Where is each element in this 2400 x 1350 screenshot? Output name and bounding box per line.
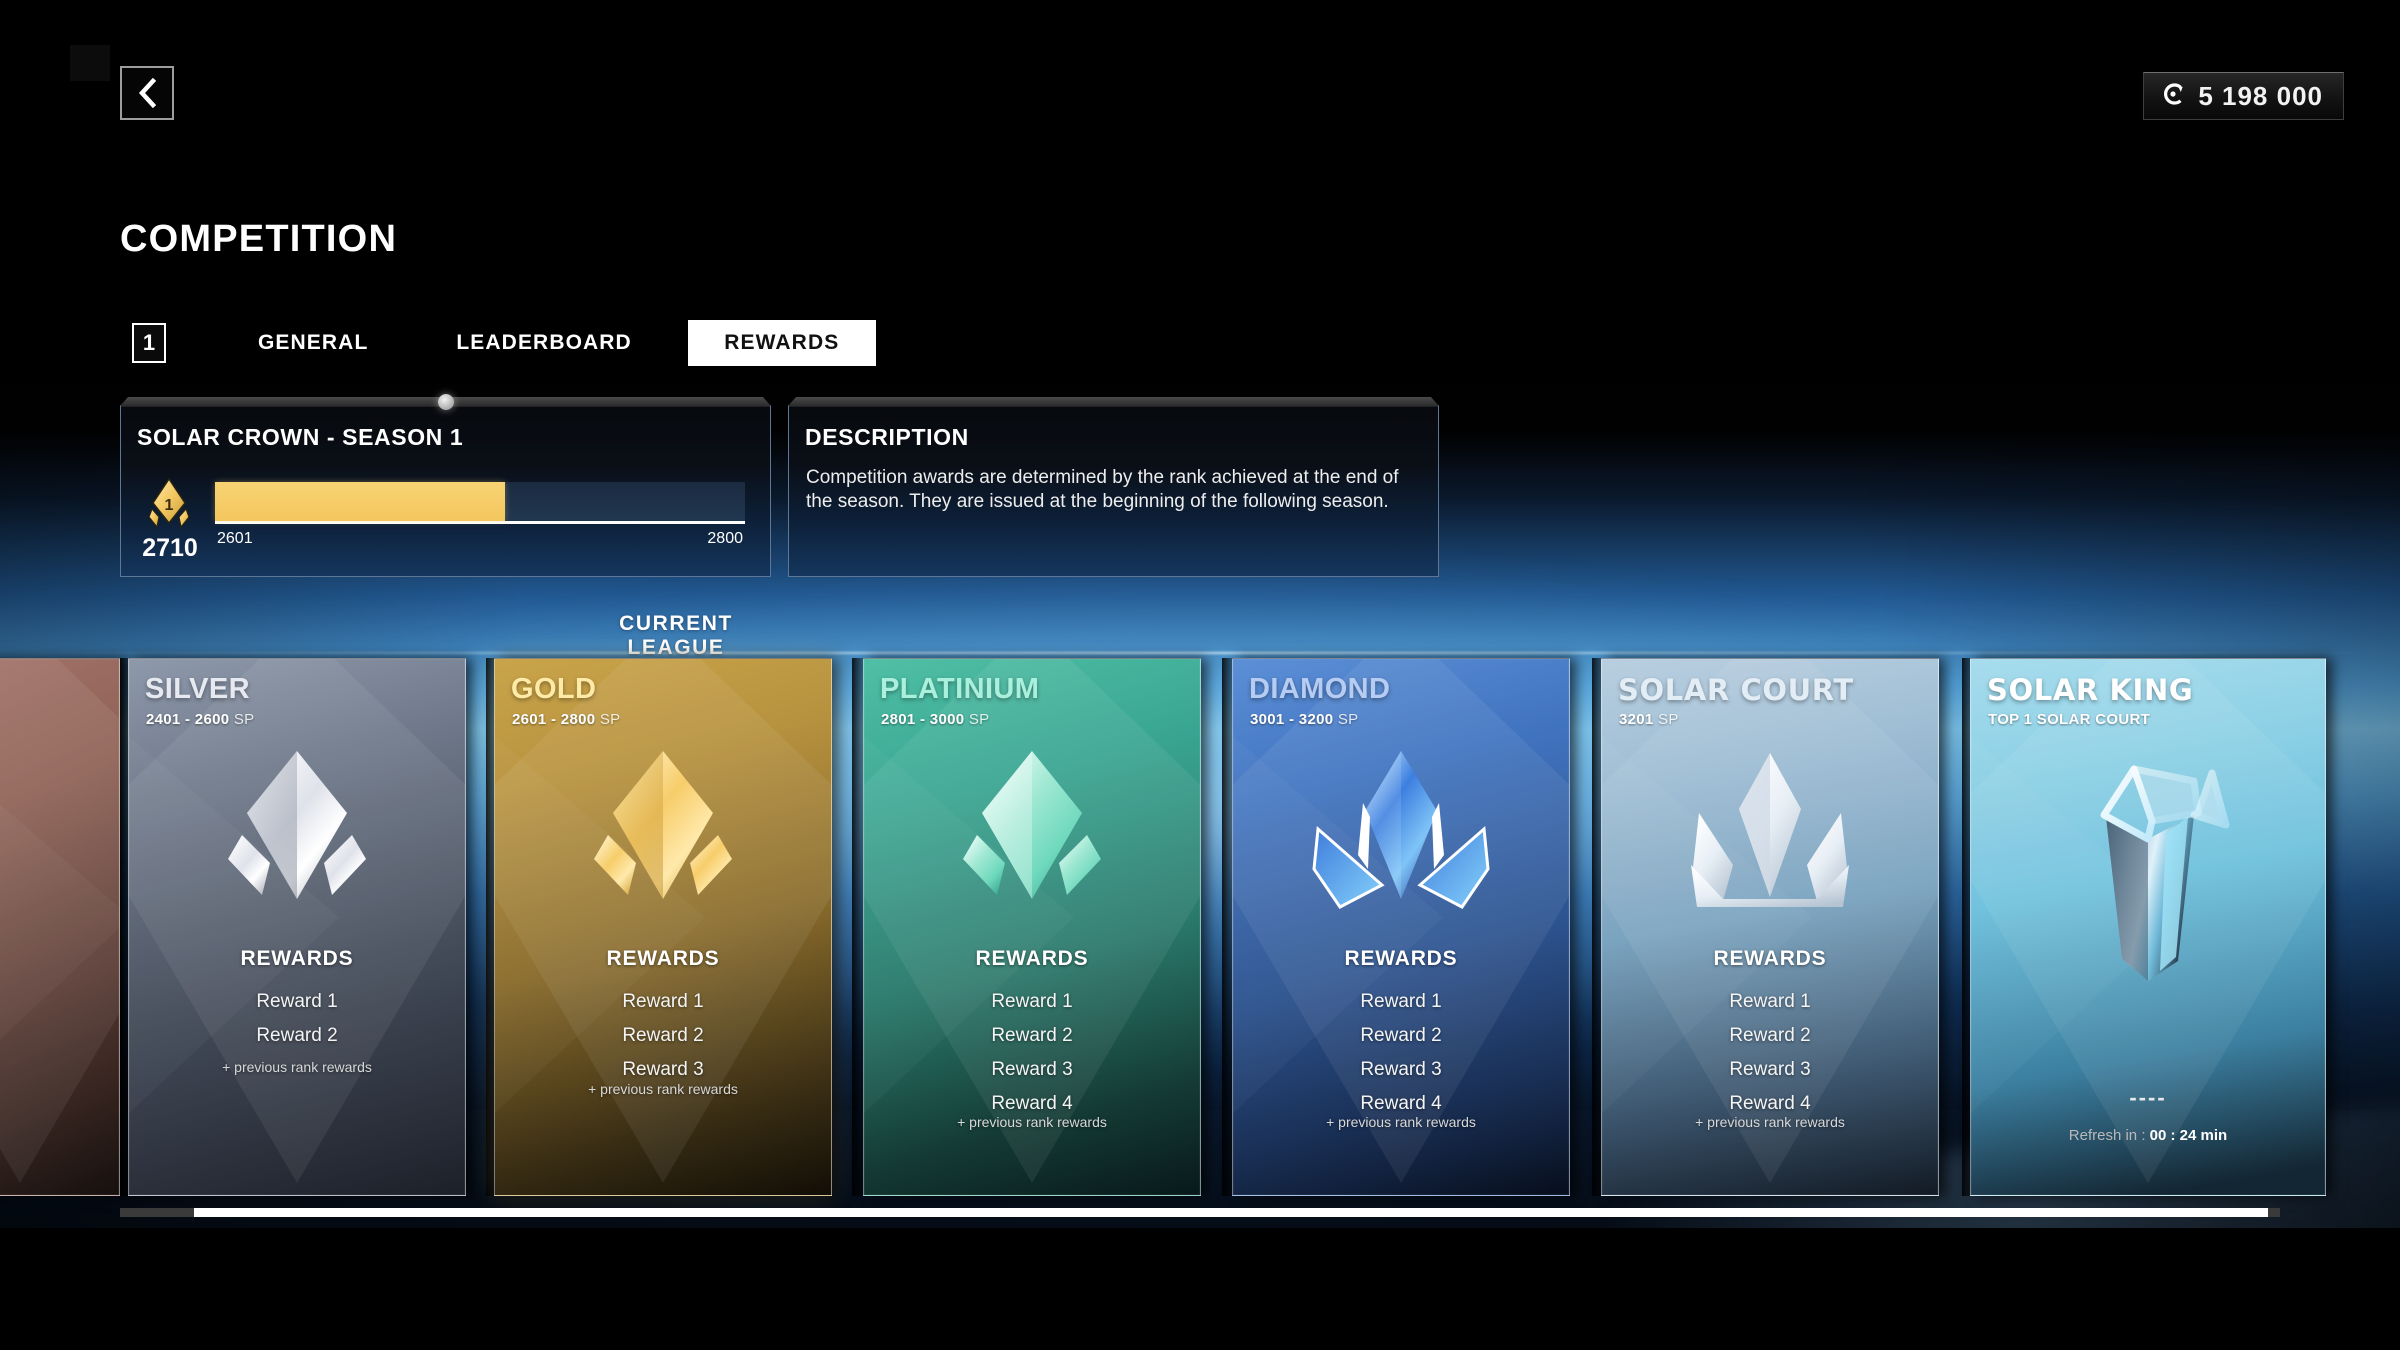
tab-index-badge[interactable]: 1 (132, 323, 166, 363)
description-panel: DESCRIPTION Competition awards are deter… (788, 405, 1439, 577)
currency-display: 5 198 000 (2143, 72, 2344, 120)
league-card-platinium[interactable]: PLATINIUM 2801 - 3000 SP REWARDS Reward … (863, 658, 1201, 1196)
rewards-list: Reward 1 Reward 2 Reward 3 Reward 4 (1233, 985, 1569, 1121)
current-league-label: CURRENT LEAGUE (619, 612, 733, 659)
panel-knob-icon (437, 394, 454, 410)
league-sp-range: TOP 1 SOLAR COURT (1988, 711, 2151, 728)
refresh-label: Refresh in : (2068, 1127, 2146, 1144)
solar-king-refresh: Refresh in : 00 : 24 min (1971, 1127, 2325, 1144)
league-sp-range: 2401 - 2600 SP (146, 711, 255, 728)
rewards-note: + previous rank rewards (588, 1081, 738, 1097)
league-name: GOLD (511, 673, 597, 705)
currency-value: 5 198 000 (2198, 80, 2323, 111)
reward-item: Reward 3 (1360, 1059, 1442, 1080)
league-card-gold[interactable]: GOLD 2601 - 2800 SP REWARDS Reward 1 Rew… (494, 658, 832, 1196)
rewards-note: + previous rank rewards (1326, 1114, 1476, 1130)
rewards-heading: REWARDS (240, 947, 354, 970)
back-button[interactable] (120, 66, 174, 120)
tab-rewards[interactable]: REWARDS (687, 320, 876, 366)
rewards-note: + previous rank rewards (222, 1059, 372, 1075)
season-rank-emblem: 1 (145, 477, 193, 535)
reward-item: Reward 1 (1729, 991, 1811, 1012)
platinium-crystal-emblem (947, 747, 1117, 942)
season-progress-bar: 2601 2800 (215, 482, 745, 547)
gold-crystal-emblem (578, 747, 748, 942)
reward-item: Reward 1 (991, 991, 1073, 1012)
reward-item: Reward 1 (1360, 991, 1442, 1012)
reward-item: Reward 3 (991, 1059, 1073, 1080)
decorative-patch (70, 45, 110, 81)
coin-icon (2160, 81, 2186, 112)
tab-bar: 1 GENERAL LEADERBOARD REWARDS (132, 318, 876, 368)
description-text: Competition awards are determined by the… (806, 467, 1399, 512)
league-sp-range: 2601 - 2800 SP (512, 711, 621, 728)
tab-leaderboard[interactable]: LEADERBOARD (430, 320, 657, 366)
reward-item: Reward 2 (622, 1025, 704, 1046)
league-card-silver[interactable]: SILVER 2401 - 2600 SP REWARDS Reward 1 R… (128, 658, 466, 1196)
reward-item: Reward 1 (256, 991, 338, 1012)
reward-item: Reward 2 (1729, 1025, 1811, 1046)
reward-item: Reward 2 (991, 1025, 1073, 1046)
solar-court-crown-emblem (1675, 747, 1865, 942)
chevron-left-icon (136, 78, 158, 108)
silver-crystal-emblem (212, 747, 382, 942)
diamond-crystal-emblem (1306, 747, 1496, 942)
rewards-list: Reward 1 Reward 2 (129, 985, 465, 1053)
season-current-sp: 2710 (142, 534, 198, 562)
reward-item: Reward 2 (1360, 1025, 1442, 1046)
solar-king-trophy-emblem (2048, 729, 2248, 994)
rewards-list: Reward 1 Reward 2 Reward 3 Reward 4 (864, 985, 1200, 1121)
solar-king-dashes: ---- (2129, 1085, 2167, 1110)
svg-text:1: 1 (165, 497, 174, 514)
reward-item: Reward 3 (1729, 1059, 1811, 1080)
rewards-heading: REWARDS (606, 947, 720, 970)
league-name: PLATINIUM (880, 673, 1040, 705)
season-panel-title: SOLAR CROWN - SEASON 1 (137, 424, 464, 450)
progress-max-label: 2800 (707, 530, 743, 547)
rewards-note: + previous rank rewards (957, 1114, 1107, 1130)
rewards-list: Reward 1 Reward 2 Reward 3 Reward 4 (1602, 985, 1938, 1121)
horizontal-scrollbar-track[interactable] (120, 1208, 2280, 1217)
bottom-letterbox (0, 1228, 2400, 1350)
rewards-note: + previous rank rewards (1695, 1114, 1845, 1130)
progress-fill (215, 482, 506, 521)
league-card-row: SILVER 2401 - 2600 SP REWARDS Reward 1 R… (0, 658, 2400, 1198)
league-sp-range: 3001 - 3200 SP (1250, 711, 1359, 728)
horizontal-scrollbar-thumb[interactable] (194, 1208, 2268, 1217)
progress-min-label: 2601 (217, 530, 253, 547)
league-card-bronze[interactable] (0, 658, 120, 1196)
reward-item: Reward 2 (256, 1025, 338, 1046)
page-title: COMPETITION (120, 218, 398, 260)
league-card-diamond[interactable]: DIAMOND 3001 - 3200 SP REWARDS Reward 1 … (1232, 658, 1570, 1196)
league-name: SILVER (145, 673, 250, 705)
league-name: SOLAR COURT (1618, 673, 1854, 707)
league-sp-range: 2801 - 3000 SP (881, 711, 990, 728)
description-panel-title: DESCRIPTION (805, 424, 969, 450)
rewards-heading: REWARDS (975, 947, 1089, 970)
league-sp-range: 3201 SP (1619, 711, 1679, 728)
tab-general[interactable]: GENERAL (232, 320, 394, 366)
reward-item: Reward 1 (622, 991, 704, 1012)
rewards-heading: REWARDS (1344, 947, 1458, 970)
league-name: DIAMOND (1249, 673, 1391, 705)
progress-track (215, 482, 745, 524)
league-name: SOLAR KING (1987, 673, 2194, 707)
refresh-value: 00 : 24 min (2149, 1127, 2228, 1144)
league-card-solar-court[interactable]: SOLAR COURT 3201 SP REWARDS Reward 1 Rew (1601, 658, 1939, 1196)
rewards-list: Reward 1 Reward 2 Reward 3 (495, 985, 831, 1087)
rewards-heading: REWARDS (1713, 947, 1827, 970)
league-card-solar-king[interactable]: SOLAR KING TOP 1 SOLAR COURT ---- Refres… (1970, 658, 2326, 1196)
